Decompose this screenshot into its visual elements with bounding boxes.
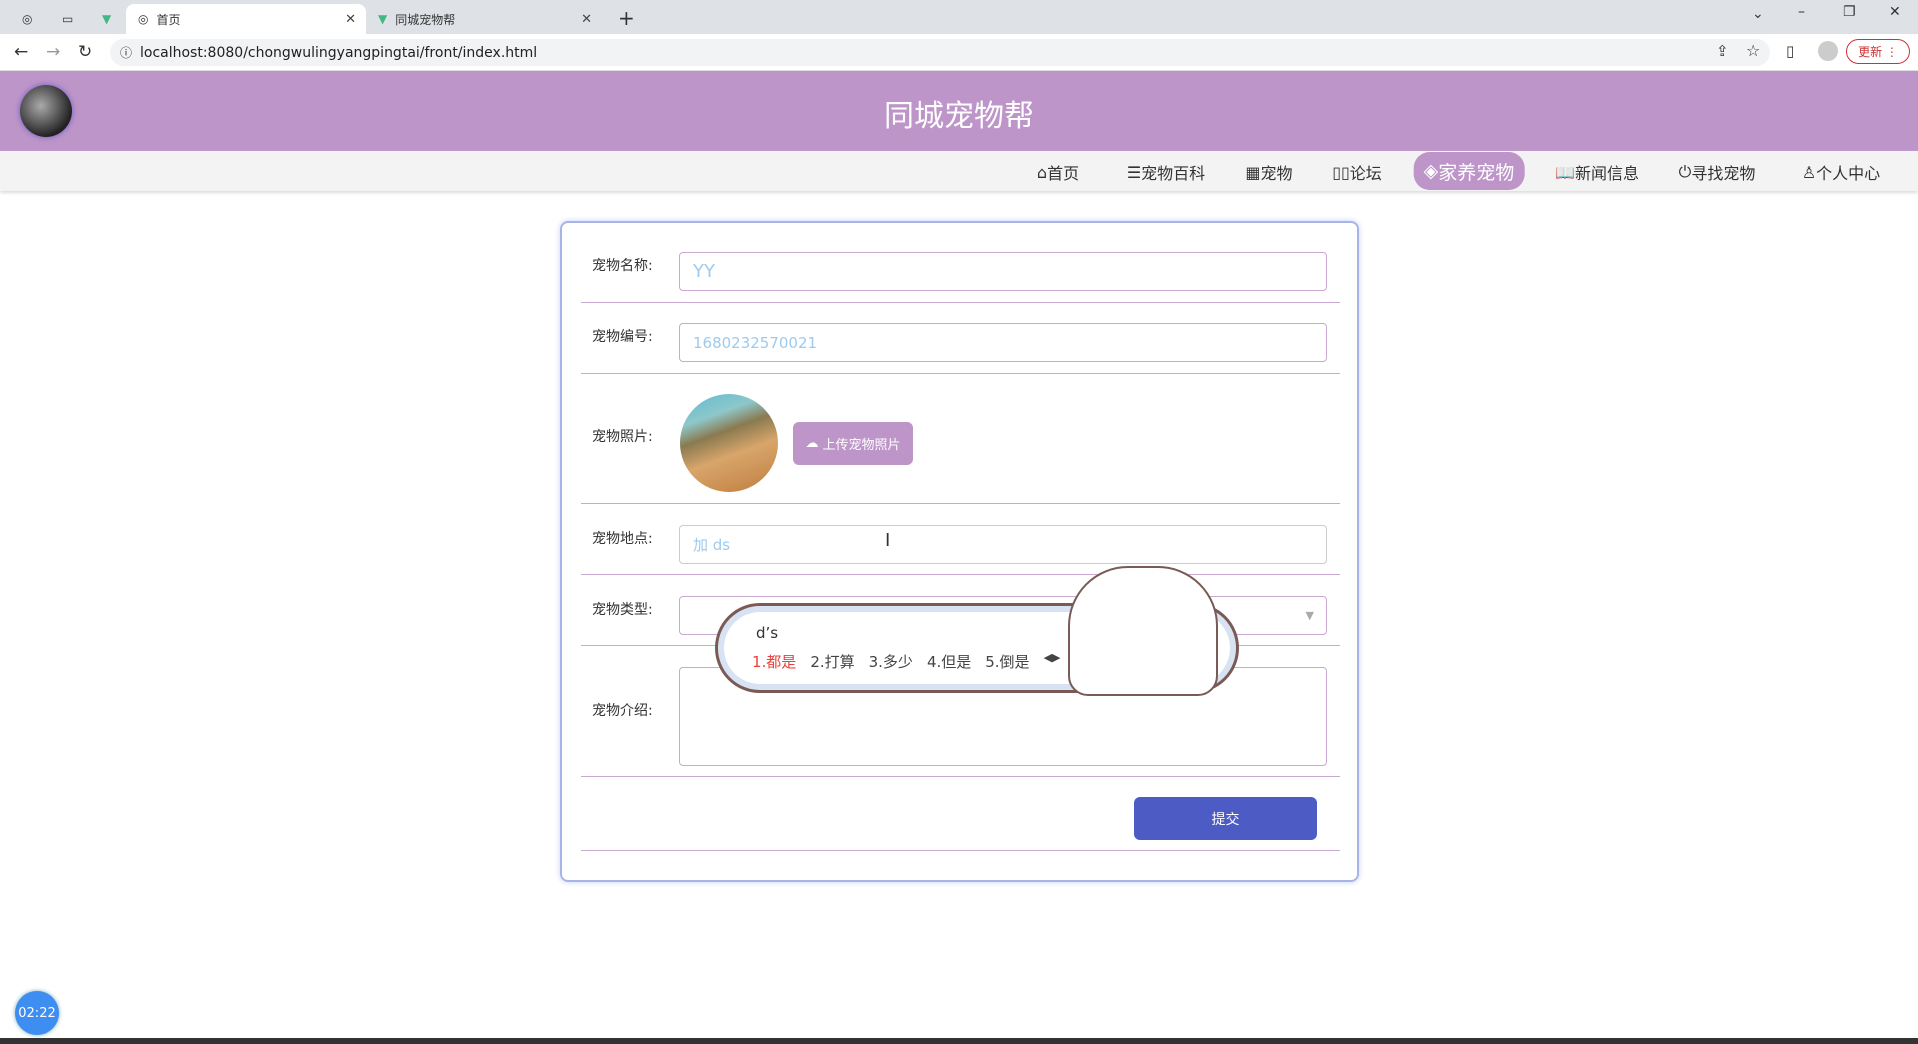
close-tab-icon[interactable]: ✕	[581, 12, 592, 27]
url-input[interactable]: ⓘ localhost:8080/chongwulingyangpingtai/f…	[110, 39, 1770, 66]
ime-candidate-popup: d’s 1.都是 2.打算 3.多少 4.但是 5.倒是 ◀▶	[715, 566, 1239, 696]
nav-forum[interactable]: ▯▯ 论坛	[1332, 157, 1382, 187]
new-tab-button[interactable]: +	[618, 6, 635, 30]
book-icon: 📖	[1555, 162, 1575, 182]
ime-candidate[interactable]: 5.倒是	[985, 651, 1029, 672]
site-header: 同城宠物帮	[0, 71, 1918, 151]
nav-home[interactable]: ⌂ 首页	[1037, 157, 1079, 187]
star-icon[interactable]: ☆	[1746, 41, 1760, 60]
update-button[interactable]: 更新 ⋮	[1846, 39, 1910, 64]
side-panel-icon[interactable]: ▯	[1786, 42, 1794, 60]
vue-icon: ▼	[102, 12, 112, 26]
nav-pets[interactable]: ▦ 宠物	[1245, 157, 1292, 187]
cloud-upload-icon: ☁	[805, 436, 819, 451]
vue-icon: ▼	[378, 12, 388, 26]
upload-photo-button[interactable]: ☁ 上传宠物照片	[793, 422, 913, 465]
close-tab-icon[interactable]: ✕	[345, 12, 356, 27]
taskbar-strip	[0, 1038, 1918, 1044]
pet-photo-preview	[680, 394, 778, 492]
intro-label: 宠物介绍:	[592, 703, 653, 719]
back-icon[interactable]: ←	[14, 42, 28, 62]
home-icon: ⌂	[1036, 162, 1048, 182]
divider	[581, 503, 1340, 504]
tab-home[interactable]: ◎ 首页 ✕	[126, 4, 366, 34]
tab-search-icon[interactable]: ⌄	[1752, 6, 1764, 22]
profile-icon[interactable]	[1818, 41, 1838, 61]
power-icon: ⏻	[1678, 162, 1692, 181]
nav-find-pet[interactable]: ⏻ 寻找宠物	[1679, 157, 1756, 187]
ime-candidate[interactable]: 1.都是	[752, 651, 796, 672]
type-label: 宠物类型:	[592, 602, 653, 618]
ime-candidate[interactable]: 3.多少	[869, 651, 913, 672]
divider	[581, 373, 1340, 374]
divider	[581, 776, 1340, 777]
pinned-tab[interactable]: ▼	[90, 4, 123, 34]
submit-button[interactable]: 提交	[1134, 797, 1317, 840]
forum-icon: ▯▯	[1332, 162, 1350, 182]
page-arrows-icon[interactable]: ◀▶	[1044, 651, 1061, 672]
page-icon: ▭	[62, 12, 74, 26]
text-cursor-icon: I	[885, 530, 891, 551]
code-input[interactable]: 1680232570021	[679, 323, 1327, 362]
sliders-icon: ☰	[1126, 162, 1142, 182]
pinned-tab[interactable]: ◎	[10, 4, 44, 34]
name-input[interactable]: YY	[679, 252, 1327, 291]
ime-candidates: 1.都是 2.打算 3.多少 4.但是 5.倒是 ◀▶	[752, 651, 1060, 672]
ime-candidate[interactable]: 2.打算	[810, 651, 854, 672]
bear-mascot-icon	[1068, 566, 1218, 696]
user-icon: ♙	[1801, 162, 1817, 182]
location-label: 宠物地点:	[592, 531, 653, 547]
divider	[581, 302, 1340, 303]
nav-user-center[interactable]: ♙ 个人中心	[1802, 157, 1880, 187]
divider	[581, 574, 1340, 575]
main-nav: ⌂ 首页 ☰ 宠物百科 ▦ 宠物 ▯▯ 论坛 ◈ 家养宠物 📖 新闻信息 ⏻ 寻找宠物 ♙ 个人…	[0, 151, 1918, 191]
forward-icon[interactable]: →	[46, 42, 60, 62]
location-input[interactable]: 加 ds	[679, 525, 1327, 564]
layers-icon: ◈	[1423, 160, 1439, 182]
globe-icon: ◎	[22, 12, 33, 26]
code-label: 宠物编号:	[592, 329, 653, 345]
close-window-button[interactable]: ✕	[1889, 4, 1901, 20]
nav-home-pets[interactable]: ◈ 家养宠物	[1413, 152, 1525, 190]
browser-tab-bar: ◎ ▭ ▼ ◎ 首页 ✕ ▼ 同城宠物帮 ✕ + ⌄ – ❐ ✕	[0, 0, 1918, 34]
minimize-button[interactable]: –	[1798, 4, 1805, 20]
name-label: 宠物名称:	[592, 258, 653, 274]
ime-composition: d’s	[756, 624, 779, 642]
ime-candidate[interactable]: 4.但是	[927, 651, 971, 672]
info-icon: ⓘ	[120, 46, 133, 60]
site-title: 同城宠物帮	[884, 99, 1034, 134]
grid-icon: ▦	[1245, 162, 1261, 182]
timer-badge[interactable]: 02:22	[15, 991, 59, 1035]
chevron-down-icon: ▼	[1305, 609, 1314, 622]
reload-icon[interactable]: ↻	[78, 42, 92, 62]
address-bar-row: ← → ↻ ⓘ localhost:8080/chongwulingyangpin…	[0, 34, 1918, 71]
share-icon[interactable]: ⇪	[1716, 42, 1729, 60]
nav-news[interactable]: 📖 新闻信息	[1555, 157, 1639, 187]
pinned-tab[interactable]: ▭	[50, 4, 85, 34]
globe-icon: ◎	[138, 12, 149, 26]
restore-button[interactable]: ❐	[1843, 4, 1856, 20]
nav-pet-encyclopedia[interactable]: ☰ 宠物百科	[1127, 157, 1205, 187]
photo-label: 宠物照片:	[592, 429, 653, 445]
divider	[581, 850, 1340, 851]
tab-pet-site[interactable]: ▼ 同城宠物帮 ✕	[366, 4, 602, 34]
